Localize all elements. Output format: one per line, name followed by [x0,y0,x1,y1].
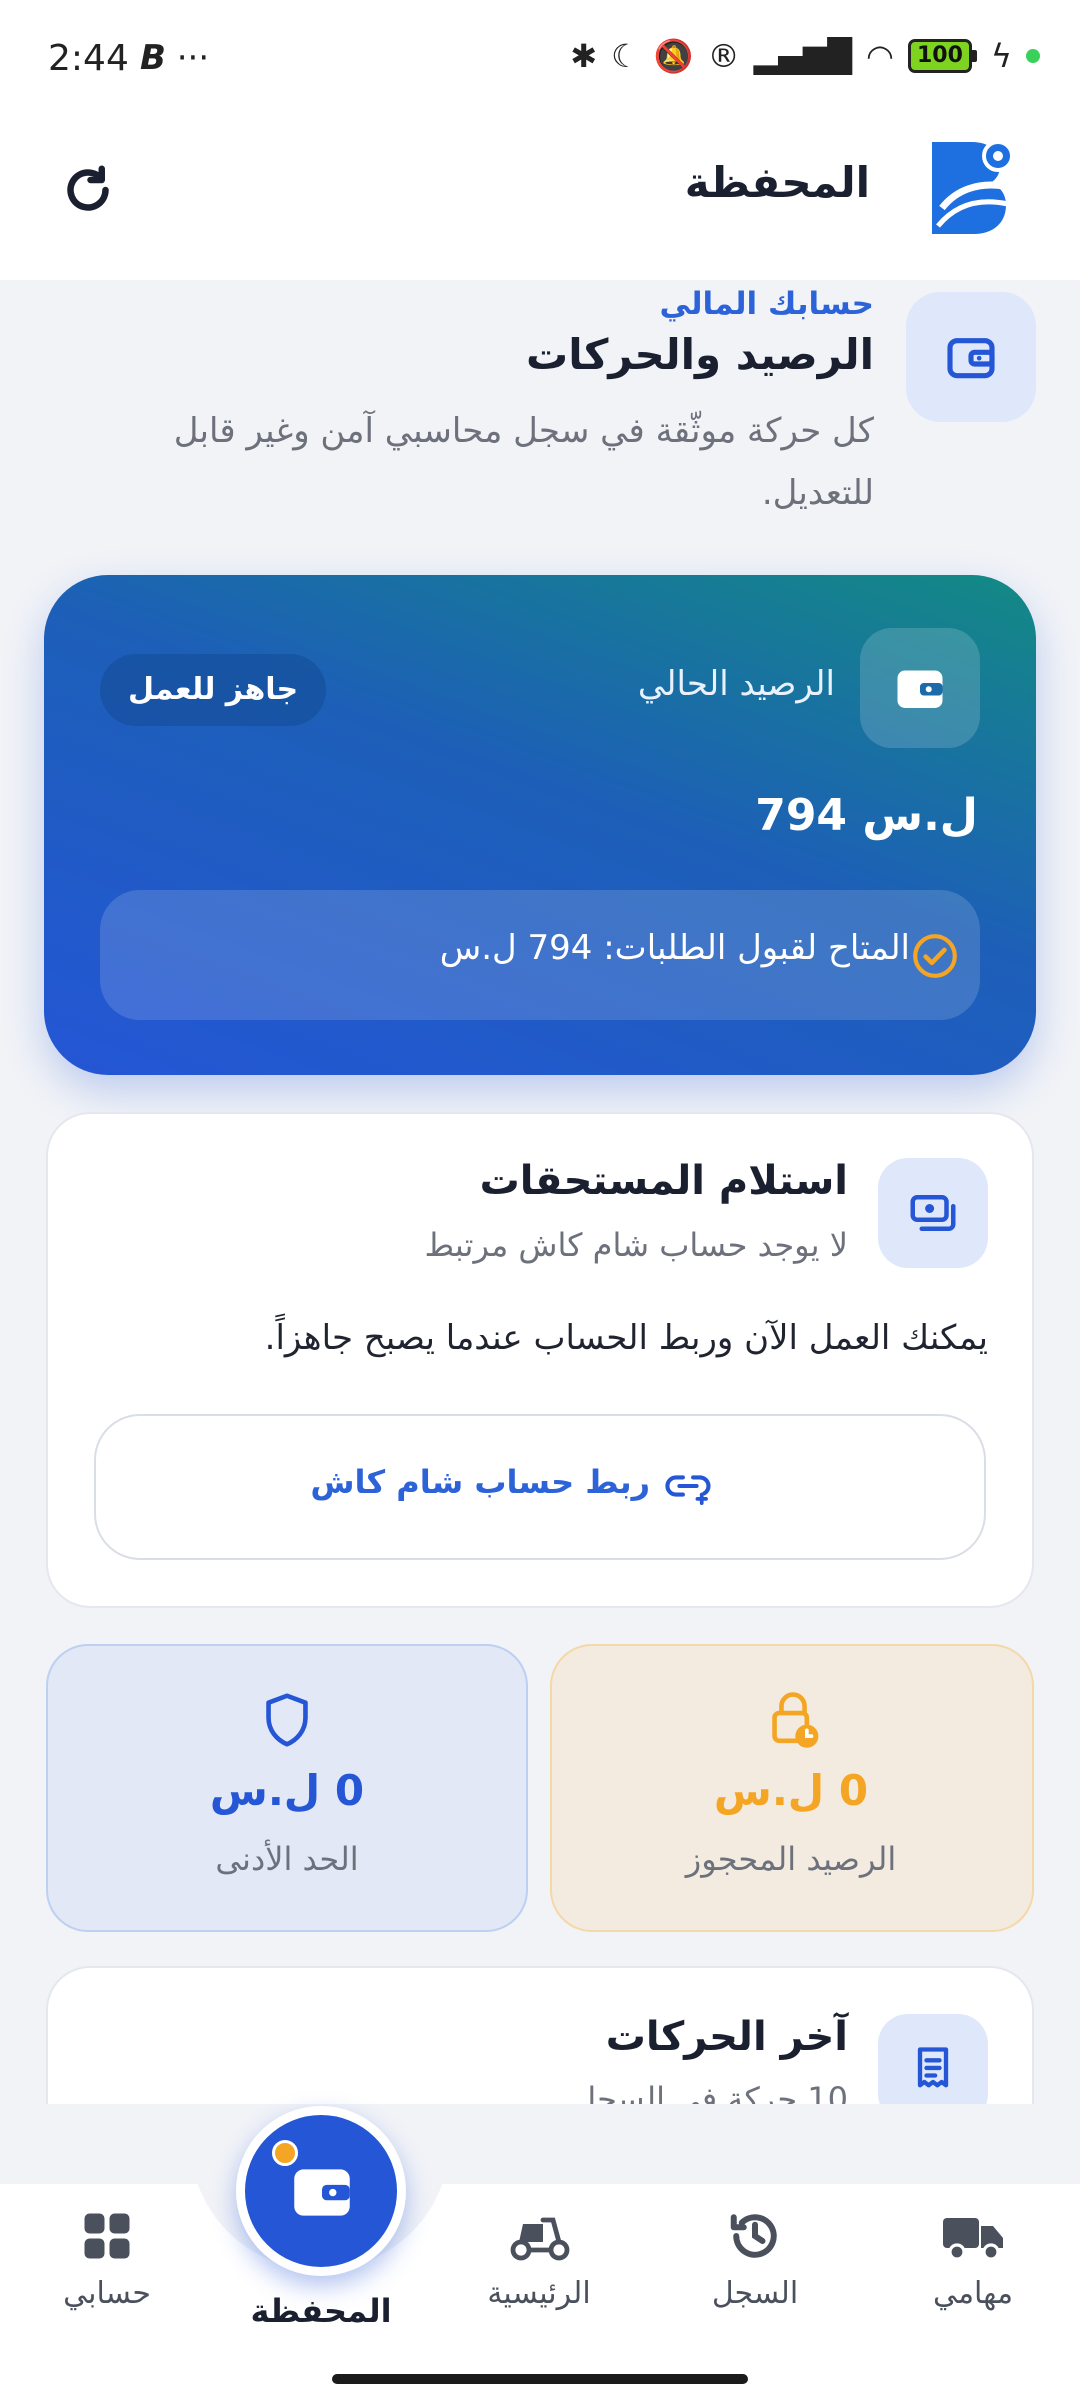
dnd-moon-icon: ☾ [611,37,640,75]
scroll-clip [0,2104,1080,2184]
app-header [0,120,1080,280]
nav-item-account[interactable]: حسابي [22,2206,192,2311]
status-time: 2:44 [48,38,129,79]
history-icon [730,2214,777,2258]
balance-wallet-icon-box [860,628,980,748]
nav-item-my-tasks[interactable]: مهامي [888,2206,1058,2311]
muted-bell-icon: 🔕 [653,37,694,75]
nav-label: مهامي [932,2276,1014,2311]
transactions-title: آخر الحركات [605,2014,848,2060]
payout-info: يمكنك العمل الآن وربط الحساب عندما يصبح … [264,1318,988,1358]
check-circle-icon [913,934,957,978]
battery-icon: 100 [907,39,977,73]
nav-label: الرئيسية [487,2276,591,2311]
lock-clock-icon [772,1692,819,1748]
wallet-icon [897,670,943,708]
scooter-icon [510,2217,570,2261]
app-logo [932,140,1014,234]
nav-item-log[interactable]: السجل [670,2206,840,2311]
minimum-amount: 0 ل.س [209,1766,365,1815]
balance-label: الرصيد الحالي [637,664,835,704]
privacy-indicator-dot [1026,49,1040,63]
nav-item-home[interactable]: الرئيسية [454,2206,624,2311]
intro-wallet-icon-box [906,292,1036,422]
section-title: الرصيد والحركات [526,330,874,379]
wallet-icon [947,338,995,379]
payout-subtitle: لا يوجد حساب شام كاش مرتبط [424,1226,848,1264]
status-system-icons: ✱ ☾ 🔕 ® ▂▄▆█ ◠ 100 ϟ [570,36,1040,76]
bluetooth-icon: ✱ [570,37,598,75]
grid-icon [84,2213,130,2259]
home-indicator[interactable] [332,2374,748,2384]
status-notification-icons: B ··· [140,38,209,78]
available-balance-text: المتاح لقبول الطلبات: 794 ل.س [439,928,910,968]
cash-transfer-icon [910,1195,956,1231]
section-description: كل حركة موثّقة في سجل محاسبي آمن وغير قا… [173,411,874,513]
more-notifications-icon: ··· [176,38,210,78]
wallet-icon [294,2169,350,2216]
shield-icon [266,1693,308,1747]
nav-label: السجل [711,2276,799,2311]
registered-icon: ® [707,37,740,75]
reserved-label: الرصيد المحجوز [685,1840,897,1878]
minimum-label: الحد الأدنى [215,1840,359,1878]
refresh-icon[interactable] [58,160,118,220]
balance-amount: ل.س 794 [755,790,978,841]
page-title: المحفظة [684,158,870,207]
charging-icon: ϟ [990,37,1012,75]
signal-icon: ▂▄▆█ [753,37,853,75]
receipt-icon [917,2047,949,2088]
reserved-amount: 0 ل.س [713,1766,869,1815]
truck-icon [943,2218,1003,2261]
payout-title: استلام المستحقات [479,1158,848,1204]
app-notification-icon: B [140,38,166,78]
nav-label: حسابي [63,2276,151,2311]
section-overline: حسابك المالي [659,286,874,322]
link-sham-cash-label[interactable]: ربط حساب شام كاش [310,1463,650,1501]
notification-dot [272,2140,298,2166]
link-add-icon[interactable] [664,1466,712,1506]
wallet-fab-button[interactable] [236,2106,406,2276]
payout-icon-box [878,1158,988,1268]
nav-label-active[interactable]: المحفظة [240,2292,402,2330]
status-badge: جاهز للعمل [100,654,327,726]
wifi-icon: ◠ [866,37,894,75]
